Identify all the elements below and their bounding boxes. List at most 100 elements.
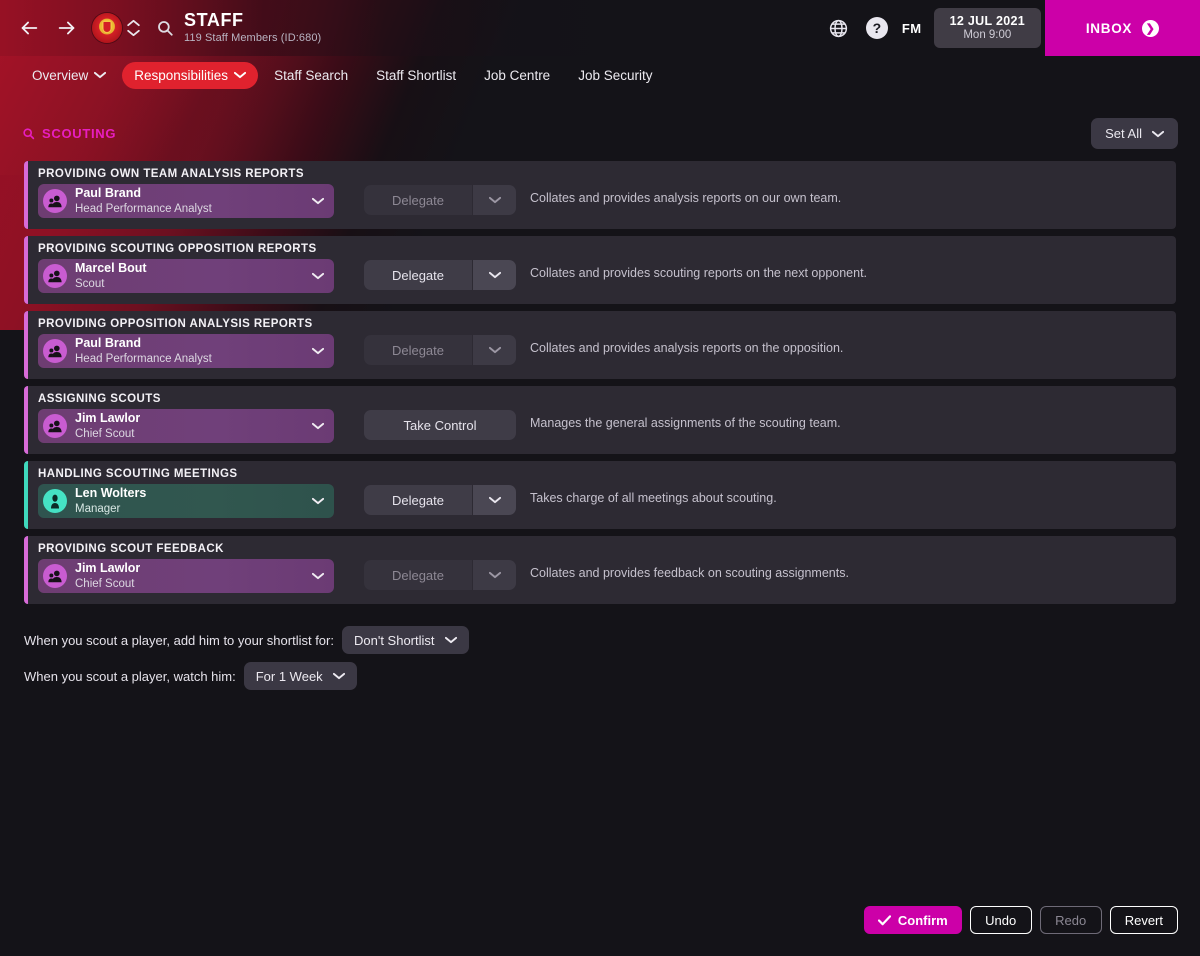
option-label: When you scout a player, add him to your… — [24, 632, 334, 648]
tab-job-security[interactable]: Job Security — [566, 62, 664, 89]
person-name: Marcel Bout — [75, 261, 147, 275]
chevron-down-icon — [332, 672, 345, 680]
delegation-action-button[interactable]: Delegate — [364, 260, 472, 290]
delegation-action-button[interactable]: Delegate — [364, 335, 472, 365]
responsibility-description: Collates and provides feedback on scouti… — [530, 566, 849, 580]
option-label: When you scout a player, watch him: — [24, 668, 236, 684]
row-left-block: ASSIGNING SCOUTS Jim Lawlor Chief Scout — [38, 386, 356, 443]
inbox-label: INBOX — [1085, 20, 1133, 36]
page-title: STAFF — [184, 10, 244, 31]
action-chevron-down-icon[interactable] — [472, 260, 516, 290]
delegation-action-button[interactable]: Delegate — [364, 185, 472, 215]
game-date-pill[interactable]: 12 JUL 2021 Mon 9:00 — [933, 7, 1041, 49]
action-chevron-down-icon[interactable] — [472, 335, 516, 365]
tab-responsibilities[interactable]: Responsibilities — [122, 61, 259, 89]
fm-logo[interactable]: FM — [896, 21, 934, 36]
title-bar-right: ? FM 12 JUL 2021 Mon 9:00 INBOX ❯ — [820, 0, 1200, 56]
tab-job-centre[interactable]: Job Centre — [472, 62, 562, 89]
staff-avatar-icon — [43, 189, 67, 213]
tab-label: Job Security — [578, 67, 653, 83]
confirm-button[interactable]: Confirm — [863, 906, 962, 934]
responsibility-description: Collates and provides scouting reports o… — [530, 266, 868, 280]
delegation-action-button[interactable]: Take Control — [364, 410, 516, 440]
row-accent-bar — [24, 536, 28, 604]
person-selector[interactable]: Paul Brand Head Performance Analyst — [38, 334, 334, 368]
person-role: Chief Scout — [75, 577, 135, 590]
action-label: Take Control — [403, 417, 477, 433]
staff-avatar-icon — [43, 564, 67, 588]
globe-icon[interactable] — [820, 0, 858, 56]
person-selector[interactable]: Marcel Bout Scout — [38, 259, 334, 293]
person-name: Jim Lawlor — [75, 411, 141, 425]
chevron-down-icon[interactable] — [312, 272, 324, 280]
staff-avatar-icon — [43, 339, 67, 363]
responsibility-row: ASSIGNING SCOUTS Jim Lawlor Chief Scout Tak… — [24, 386, 1176, 454]
redo-label: Redo — [1055, 912, 1087, 928]
option-dropdown[interactable]: For 1 Week — [243, 662, 357, 690]
person-text: Paul Brand Head Performance Analyst — [75, 337, 212, 365]
manchester-united-badge-icon[interactable] — [90, 11, 124, 45]
undo-label: Undo — [985, 912, 1017, 928]
chevron-right-circle-icon: ❯ — [1142, 19, 1160, 37]
person-role: Scout — [75, 277, 105, 290]
row-left-block: PROVIDING OWN TEAM ANALYSIS REPORTS Paul … — [38, 161, 356, 218]
person-name: Paul Brand — [75, 186, 141, 200]
person-role: Head Performance Analyst — [75, 352, 212, 365]
action-chevron-down-icon[interactable] — [472, 560, 516, 590]
section-title-group: SCOUTING — [22, 126, 116, 141]
option-dropdown[interactable]: Don't Shortlist — [341, 626, 469, 654]
delegation-action-button[interactable]: Delegate — [364, 560, 472, 590]
tab-label: Overview — [32, 67, 89, 83]
row-accent-bar — [24, 461, 28, 529]
tab-staff-shortlist[interactable]: Staff Shortlist — [364, 62, 468, 89]
action-group: Delegate — [364, 185, 516, 215]
tab-label: Job Centre — [484, 67, 551, 83]
person-text: Len Wolters Manager — [75, 487, 146, 515]
confirm-label: Confirm — [897, 912, 948, 928]
person-name: Paul Brand — [75, 336, 141, 350]
person-selector[interactable]: Jim Lawlor Chief Scout — [38, 409, 334, 443]
action-chevron-down-icon[interactable] — [472, 185, 516, 215]
inbox-button[interactable]: INBOX ❯ — [1045, 0, 1200, 56]
responsibility-label: PROVIDING OPPOSITION ANALYSIS REPORTS — [38, 318, 313, 330]
person-text: Paul Brand Head Performance Analyst — [75, 187, 212, 215]
tab-overview[interactable]: Overview — [20, 62, 118, 89]
search-icon[interactable] — [156, 19, 174, 37]
chevron-down-icon[interactable] — [312, 422, 324, 430]
person-text: Marcel Bout Scout — [75, 262, 147, 290]
revert-button[interactable]: Revert — [1109, 906, 1178, 934]
redo-button: Redo — [1039, 906, 1102, 934]
person-selector[interactable]: Len Wolters Manager — [38, 484, 334, 518]
help-icon[interactable]: ? — [858, 0, 896, 56]
revert-label: Revert — [1124, 912, 1163, 928]
delegation-action-button[interactable]: Delegate — [364, 485, 472, 515]
title-bar: STAFF 119 Staff Members (ID:680) ? FM 12… — [0, 0, 1200, 56]
row-left-block: PROVIDING SCOUTING OPPOSITION REPORTS Mar… — [38, 236, 356, 293]
action-label: Delegate — [391, 567, 445, 583]
action-label: Delegate — [391, 192, 445, 208]
chevron-down-icon[interactable] — [312, 497, 324, 505]
forward-button[interactable] — [48, 9, 86, 47]
tab-staff-search[interactable]: Staff Search — [262, 62, 360, 89]
person-role: Chief Scout — [75, 427, 135, 440]
nav-tab-bar: Overview Responsibilities Staff Search Staf… — [0, 56, 1200, 94]
chevron-down-icon[interactable] — [312, 572, 324, 580]
set-all-button[interactable]: Set All — [1091, 118, 1178, 149]
option-line: When you scout a player, add him to your… — [24, 623, 1176, 657]
responsibility-row: PROVIDING SCOUTING OPPOSITION REPORTS Mar… — [24, 236, 1176, 304]
chevron-down-icon[interactable] — [312, 347, 324, 355]
page-title-block: STAFF 119 Staff Members (ID:680) — [184, 11, 321, 44]
action-chevron-down-icon[interactable] — [472, 485, 516, 515]
person-selector[interactable]: Paul Brand Head Performance Analyst — [38, 184, 334, 218]
chevron-down-icon[interactable] — [312, 197, 324, 205]
club-switch-spinner-icon[interactable] — [127, 19, 140, 37]
back-button[interactable] — [10, 9, 48, 47]
action-group: Delegate — [364, 260, 516, 290]
person-selector[interactable]: Jim Lawlor Chief Scout — [38, 559, 334, 593]
undo-button[interactable]: Undo — [969, 906, 1032, 934]
row-accent-bar — [24, 161, 28, 229]
action-group: Delegate — [364, 485, 516, 515]
manager-avatar-icon — [43, 489, 67, 513]
staff-avatar-icon — [43, 264, 67, 288]
page-subtitle: 119 Staff Members (ID:680) — [184, 32, 322, 45]
